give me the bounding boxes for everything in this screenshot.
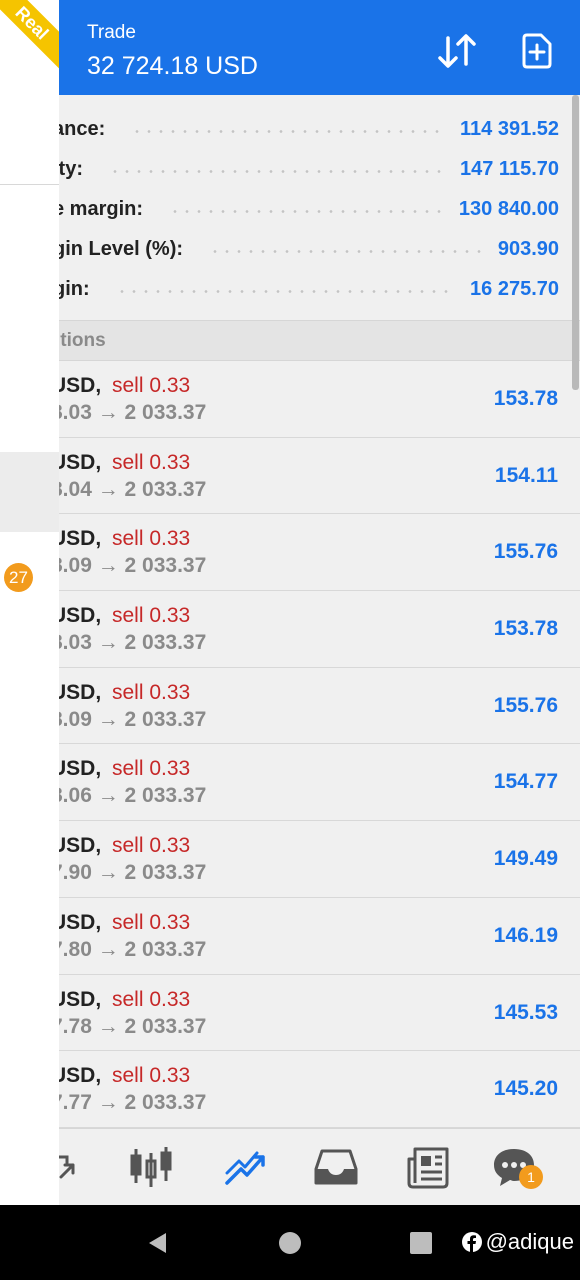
page-title: Trade [87,22,136,43]
position-row[interactable]: USD, sell 0.33 8.06 → 2 033.37 154.77 [51,744,580,822]
sort-icon[interactable] [437,34,477,68]
position-side: sell 0.33 [112,834,191,858]
position-profit: 154.77 [493,770,558,794]
chat-badge: 1 [519,1165,543,1189]
position-prices: 8.04 → 2 033.37 [51,477,207,501]
position-side: sell 0.33 [112,374,191,397]
position-prices: 8.06 → 2 033.37 [51,784,207,808]
dot-leader [131,129,446,133]
position-profit: 155.76 [493,693,558,717]
position-profit: 153.78 [493,387,558,410]
position-prices: 8.03 → 2 033.37 [51,401,207,424]
equity-row: ity: 147 115.70 [53,149,559,189]
chart-icon[interactable] [127,1143,175,1191]
summary-value: 147 115.70 [460,157,559,180]
dot-leader [209,249,484,253]
positions-header-label: itions [55,330,106,351]
watermark-text: @adique [485,1229,574,1254]
position-profit: 155.76 [493,540,558,564]
summary-value: 130 840.00 [458,197,559,220]
trade-icon[interactable] [221,1143,269,1191]
account-summary: ance: 114 391.52 ity: 147 115.70 e margi… [53,95,580,321]
free-margin-row: e margin: 130 840.00 [53,189,559,229]
summary-value: 903.90 [497,237,559,260]
position-prices: 7.80 → 2 033.37 [51,937,207,961]
news-icon[interactable] [405,1143,453,1191]
position-prices: 8.03 → 2 033.37 [51,631,207,655]
margin-row: gin: 16 275.70 [53,269,559,309]
home-icon[interactable] [278,1231,302,1255]
dot-leader [109,169,446,173]
position-side: sell 0.33 [112,987,191,1011]
dot-leader [169,209,445,213]
position-profit: 154.11 [494,463,558,487]
position-profit: 145.20 [493,1077,558,1101]
position-side: sell 0.33 [112,680,191,704]
back-icon[interactable] [146,1231,168,1255]
position-row[interactable]: USD, sell 0.33 8.09 → 2 033.37 155.76 [51,514,580,592]
position-row[interactable]: USD, sell 0.33 7.77 → 2 033.37 145.20 [51,1051,580,1128]
facebook-icon [461,1232,482,1252]
summary-label: ance: [53,117,106,140]
summary-label: gin Level (%): [53,237,184,260]
new-order-icon[interactable] [521,33,553,69]
quotes-icon[interactable] [53,1143,101,1191]
system-navigation-bar: @adique [0,1205,580,1280]
position-row[interactable]: USD, sell 0.33 8.03 → 2 033.37 153.78 [51,361,580,438]
position-side: sell 0.33 [112,527,191,551]
recents-icon[interactable] [410,1232,432,1254]
position-side: sell 0.33 [112,1064,191,1088]
position-side: sell 0.33 [112,604,191,628]
positions-section-header: itions [55,321,580,361]
dot-leader [115,289,457,293]
position-prices: 7.90 → 2 033.37 [51,861,207,885]
side-drawer: Real 27 [0,0,59,1205]
drawer-divider [0,184,59,185]
watermark: @adique [461,1229,574,1255]
position-row[interactable]: USD, sell 0.33 7.78 → 2 033.37 145.53 [51,974,580,1052]
profit-total: 32 724.18 USD [87,52,258,80]
scrollbar[interactable] [572,95,579,390]
summary-value: 16 275.70 [470,277,559,300]
notification-badge: 27 [4,563,33,592]
summary-label: e margin: [53,197,144,220]
position-prices: 7.78 → 2 033.37 [51,1014,207,1038]
position-prices: 7.77 → 2 033.37 [51,1091,207,1115]
position-row[interactable]: USD, sell 0.33 7.80 → 2 033.37 146.19 [51,897,580,975]
position-side: sell 0.33 [112,450,191,474]
position-profit: 149.49 [493,847,558,871]
app-header: Trade 32 724.18 USD [59,0,580,95]
position-profit: 153.78 [493,617,558,641]
position-prices: 8.09 → 2 033.37 [51,554,207,578]
position-row[interactable]: USD, sell 0.33 7.90 → 2 033.37 149.49 [51,821,580,898]
bottom-navigation: 1 [53,1128,580,1205]
position-row[interactable]: USD, sell 0.33 8.09 → 2 033.37 155.76 [51,667,580,745]
drawer-selected-item[interactable] [0,452,59,532]
position-row[interactable]: USD, sell 0.33 8.03 → 2 033.37 153.78 [51,591,580,668]
position-profit: 145.53 [493,1000,558,1024]
position-side: sell 0.33 [112,757,191,781]
balance-row: ance: 114 391.52 [53,109,559,149]
position-prices: 8.09 → 2 033.37 [51,707,207,731]
position-profit: 146.19 [493,923,558,947]
positions-list: USD, sell 0.33 8.03 → 2 033.37 153.78 US… [51,361,580,1128]
position-side: sell 0.33 [112,910,191,934]
position-row[interactable]: USD, sell 0.33 8.04 → 2 033.37 154.11 [51,437,580,515]
real-account-ribbon: Real [0,0,59,72]
history-icon[interactable] [312,1143,360,1191]
margin-level-row: gin Level (%): 903.90 [53,229,559,269]
summary-value: 114 391.52 [460,117,559,140]
